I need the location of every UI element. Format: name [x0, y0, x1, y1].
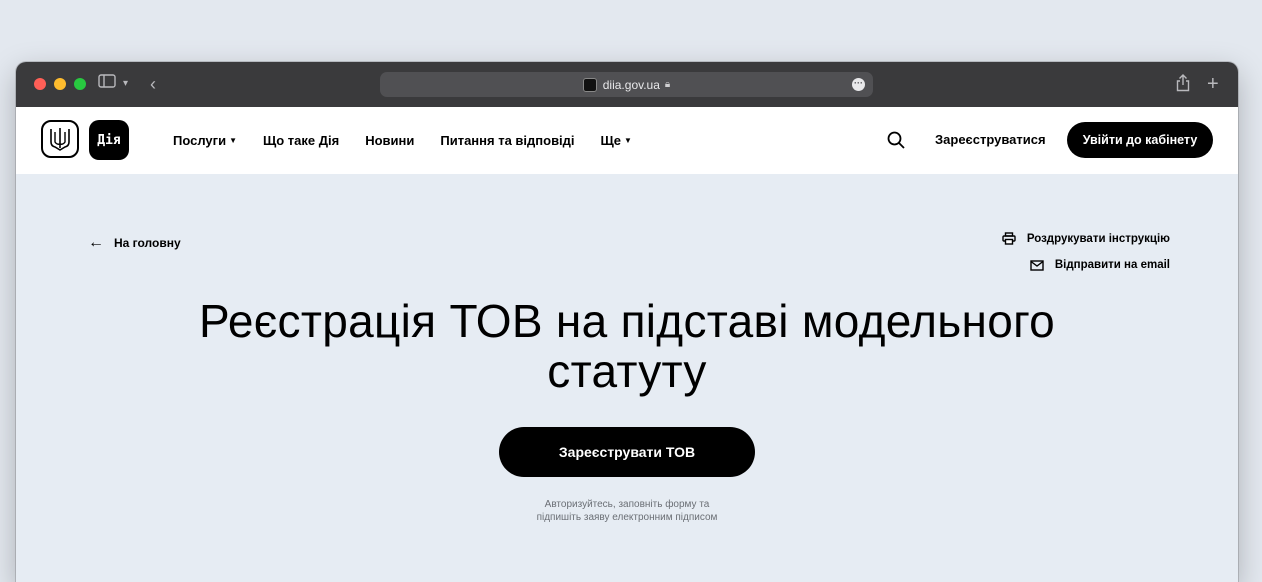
register-link[interactable]: Зареєструватися: [935, 132, 1046, 147]
site-favicon: [582, 77, 597, 92]
share-icon[interactable]: [1176, 74, 1190, 98]
page-title: Реєстрація ТОВ на підставі модельного ст…: [16, 296, 1238, 396]
trident-icon[interactable]: [41, 120, 79, 158]
plus-icon[interactable]: +: [1207, 74, 1219, 94]
page-title-line-1: Реєстрація ТОВ на підставі модельного: [198, 295, 1056, 347]
back-link-label: На головну: [114, 236, 181, 250]
window-controls: [34, 78, 86, 90]
nav-item-more[interactable]: Ще ▼: [601, 133, 632, 148]
browser-window: ▾ ‹ diia.gov.ua 🔒︎ ··· + Дія Послуги ▼ Що…: [16, 62, 1238, 582]
nav-item-news[interactable]: Новини: [365, 133, 414, 148]
browser-titlebar: ▾ ‹ diia.gov.ua 🔒︎ ··· +: [16, 62, 1238, 107]
address-bar[interactable]: diia.gov.ua 🔒︎ ···: [380, 72, 873, 97]
logo-text: Дія: [97, 132, 121, 148]
nav-item-label: Послуги: [173, 133, 227, 148]
main-content: ← На головну Роздрукувати інструкцію Від…: [16, 174, 1238, 582]
main-nav: Послуги ▼ Що таке Дія Новини Питання та в…: [173, 107, 632, 174]
printer-icon: [1002, 232, 1016, 245]
nav-item-about[interactable]: Що таке Дія: [263, 133, 339, 148]
maximize-window-button[interactable]: [74, 78, 86, 90]
more-icon[interactable]: ···: [852, 78, 865, 91]
url-text: diia.gov.ua: [602, 77, 660, 92]
chevron-down-icon: ▼: [624, 136, 632, 145]
hint-line-1: Авторизуйтесь, заповніть форму та: [544, 499, 710, 510]
nav-item-services[interactable]: Послуги ▼: [173, 133, 237, 148]
mail-icon: [1030, 259, 1044, 271]
login-button[interactable]: Увійти до кабінету: [1067, 122, 1213, 158]
arrow-left-icon: ←: [88, 234, 104, 251]
nav-item-label: Новини: [365, 133, 415, 148]
sidebar-icon[interactable]: [98, 74, 116, 94]
site-header: Дія Послуги ▼ Що таке Дія Новини Питання …: [16, 107, 1238, 174]
back-icon[interactable]: ‹: [150, 74, 156, 94]
nav-item-label: Що таке Дія: [263, 133, 340, 148]
chevron-down-icon[interactable]: ▾: [123, 74, 128, 94]
print-instructions-link[interactable]: Роздрукувати інструкцію: [1002, 232, 1170, 245]
print-label: Роздрукувати інструкцію: [1026, 232, 1170, 245]
lock-icon: 🔒︎: [664, 79, 671, 90]
search-icon[interactable]: [886, 130, 906, 150]
nav-item-faq[interactable]: Питання та відповіді: [440, 133, 574, 148]
back-to-home-link[interactable]: ← На головну: [88, 234, 181, 252]
hint-line-2: підпишіть заяву електронним підписом: [536, 512, 718, 523]
email-label: Відправити на email: [1054, 259, 1170, 271]
register-llc-button[interactable]: Зареєструвати ТОВ: [499, 427, 755, 477]
close-window-button[interactable]: [34, 78, 46, 90]
nav-item-label: Питання та відповіді: [440, 133, 575, 148]
page-title-line-2: статуту: [547, 345, 707, 397]
minimize-window-button[interactable]: [54, 78, 66, 90]
nav-item-label: Ще: [600, 133, 622, 148]
cta-hint: Авторизуйтесь, заповніть форму та підпиш…: [16, 498, 1238, 524]
diia-logo[interactable]: Дія: [89, 120, 129, 160]
chevron-down-icon: ▼: [229, 136, 237, 145]
send-email-link[interactable]: Відправити на email: [1030, 259, 1170, 271]
